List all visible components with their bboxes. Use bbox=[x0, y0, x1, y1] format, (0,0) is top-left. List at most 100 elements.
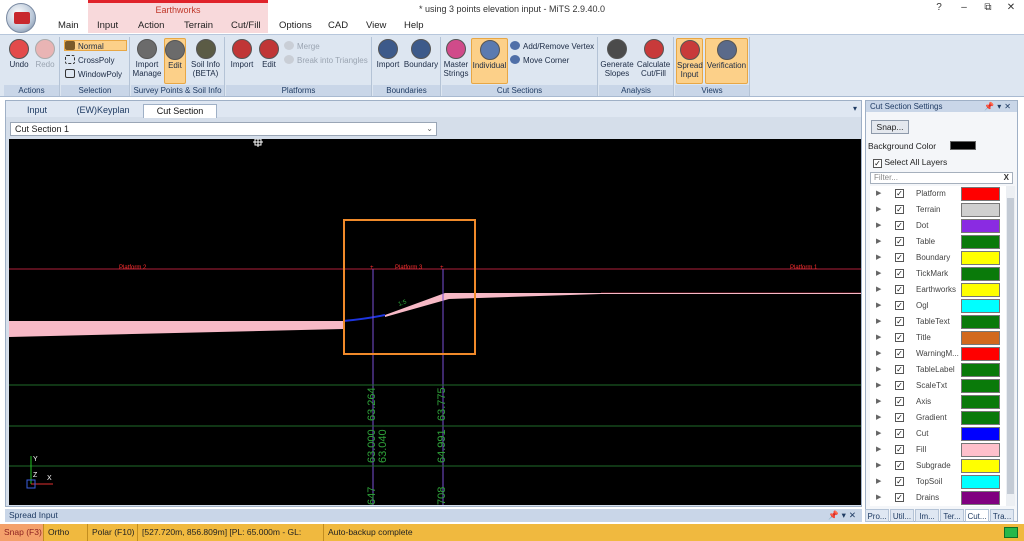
move-corner-button[interactable]: Move Corner bbox=[510, 55, 569, 66]
tab-keyplan[interactable]: (EW)Keyplan bbox=[66, 104, 140, 118]
undo-button[interactable]: Undo bbox=[7, 38, 31, 69]
layer-row[interactable]: ▶ ✓ TickMark bbox=[870, 266, 1006, 282]
expand-arrow-icon[interactable]: ▶ bbox=[876, 314, 881, 330]
expand-arrow-icon[interactable]: ▶ bbox=[876, 186, 881, 202]
expand-arrow-icon[interactable]: ▶ bbox=[876, 330, 881, 346]
tab-properties[interactable]: Pro... bbox=[865, 509, 889, 522]
select-all-layers[interactable]: ✓ Select All Layers bbox=[873, 157, 947, 168]
layer-row[interactable]: ▶ ✓ Fill bbox=[870, 442, 1006, 458]
menu-help[interactable]: Help bbox=[404, 20, 424, 31]
layer-visible-checkbox[interactable]: ✓ bbox=[895, 301, 904, 310]
filter-input[interactable]: Filter... X bbox=[870, 172, 1013, 184]
help-button[interactable]: ? bbox=[928, 2, 950, 16]
layer-color-swatch[interactable] bbox=[961, 235, 1000, 249]
layer-color-swatch[interactable] bbox=[961, 363, 1000, 377]
layer-color-swatch[interactable] bbox=[961, 459, 1000, 473]
boundary-import-button[interactable]: Import bbox=[374, 38, 402, 69]
expand-arrow-icon[interactable]: ▶ bbox=[876, 218, 881, 234]
app-logo-icon[interactable] bbox=[6, 3, 36, 33]
layer-visible-checkbox[interactable]: ✓ bbox=[895, 349, 904, 358]
snap-toggle[interactable]: Snap (F3) bbox=[0, 524, 44, 541]
select-all-checkbox[interactable]: ✓ bbox=[873, 159, 882, 168]
expand-arrow-icon[interactable]: ▶ bbox=[876, 442, 881, 458]
layer-visible-checkbox[interactable]: ✓ bbox=[895, 381, 904, 390]
tab-list-chevron-icon[interactable]: ▾ bbox=[853, 104, 857, 113]
calculate-cutfill-button[interactable]: Calculate Cut/Fill bbox=[635, 38, 672, 78]
menu-cutfill[interactable]: Cut/Fill bbox=[231, 20, 261, 31]
layer-visible-checkbox[interactable]: ✓ bbox=[895, 413, 904, 422]
expand-arrow-icon[interactable]: ▶ bbox=[876, 378, 881, 394]
layer-color-swatch[interactable] bbox=[961, 331, 1000, 345]
layer-visible-checkbox[interactable]: ✓ bbox=[895, 189, 904, 198]
platform-import-button[interactable]: Import bbox=[228, 38, 256, 69]
platform-edit-button[interactable]: Edit bbox=[257, 38, 281, 69]
layer-list-scrollbar[interactable] bbox=[1006, 186, 1015, 506]
layer-visible-checkbox[interactable]: ✓ bbox=[895, 461, 904, 470]
menu-options[interactable]: Options bbox=[279, 20, 312, 31]
soil-info-button[interactable]: Soil Info (BETA) bbox=[188, 38, 223, 78]
layer-color-swatch[interactable] bbox=[961, 411, 1000, 425]
expand-arrow-icon[interactable]: ▶ bbox=[876, 426, 881, 442]
clear-filter-icon[interactable]: X bbox=[1004, 173, 1009, 183]
layer-color-swatch[interactable] bbox=[961, 219, 1000, 233]
layer-row[interactable]: ▶ ✓ Earthworks bbox=[870, 282, 1006, 298]
normal-select-button[interactable]: Normal bbox=[64, 40, 127, 51]
expand-arrow-icon[interactable]: ▶ bbox=[876, 410, 881, 426]
expand-arrow-icon[interactable]: ▶ bbox=[876, 362, 881, 378]
expand-arrow-icon[interactable]: ▶ bbox=[876, 346, 881, 362]
background-color-swatch[interactable] bbox=[950, 141, 976, 150]
layer-color-swatch[interactable] bbox=[961, 315, 1000, 329]
close-button[interactable]: ✕ bbox=[1000, 2, 1022, 16]
layer-color-swatch[interactable] bbox=[961, 203, 1000, 217]
layer-visible-checkbox[interactable]: ✓ bbox=[895, 493, 904, 502]
layer-color-swatch[interactable] bbox=[961, 395, 1000, 409]
layer-visible-checkbox[interactable]: ✓ bbox=[895, 365, 904, 374]
layer-color-swatch[interactable] bbox=[961, 379, 1000, 393]
spread-input-button[interactable]: Spread Input bbox=[676, 38, 703, 84]
layer-row[interactable]: ▶ ✓ Axis bbox=[870, 394, 1006, 410]
layer-row[interactable]: ▶ ✓ Boundary bbox=[870, 250, 1006, 266]
menu-cad[interactable]: CAD bbox=[328, 20, 348, 31]
windowpoly-button[interactable]: WindowPoly bbox=[65, 69, 122, 80]
layer-row[interactable]: ▶ ✓ Drains bbox=[870, 490, 1006, 506]
layer-row[interactable]: ▶ ✓ ScaleTxt bbox=[870, 378, 1006, 394]
layer-color-swatch[interactable] bbox=[961, 299, 1000, 313]
cut-section-canvas[interactable]: Platform 2 Platform 3 Platform 1 1:5 + +… bbox=[9, 139, 861, 505]
layer-visible-checkbox[interactable]: ✓ bbox=[895, 237, 904, 246]
expand-arrow-icon[interactable]: ▶ bbox=[876, 266, 881, 282]
layer-row[interactable]: ▶ ✓ Title bbox=[870, 330, 1006, 346]
menu-action[interactable]: Action bbox=[138, 20, 164, 31]
layer-color-swatch[interactable] bbox=[961, 251, 1000, 265]
expand-arrow-icon[interactable]: ▶ bbox=[876, 394, 881, 410]
layer-visible-checkbox[interactable]: ✓ bbox=[895, 285, 904, 294]
tab-input[interactable]: Input bbox=[10, 104, 64, 118]
crosspoly-button[interactable]: CrossPoly bbox=[65, 55, 114, 66]
layer-row[interactable]: ▶ ✓ Dot bbox=[870, 218, 1006, 234]
menu-view[interactable]: View bbox=[366, 20, 386, 31]
master-strings-button[interactable]: Master Strings bbox=[443, 38, 469, 78]
layer-visible-checkbox[interactable]: ✓ bbox=[895, 269, 904, 278]
individual-button[interactable]: Individual bbox=[471, 38, 508, 84]
verification-button[interactable]: Verification bbox=[705, 38, 748, 84]
tab-utilities[interactable]: Util... bbox=[890, 509, 914, 522]
layer-row[interactable]: ▶ ✓ TopSoil bbox=[870, 474, 1006, 490]
layer-visible-checkbox[interactable]: ✓ bbox=[895, 429, 904, 438]
cut-section-dropdown[interactable]: Cut Section 1 ⌄ bbox=[10, 122, 437, 136]
expand-arrow-icon[interactable]: ▶ bbox=[876, 490, 881, 506]
ortho-toggle[interactable]: Ortho (F8) bbox=[44, 524, 88, 541]
expand-arrow-icon[interactable]: ▶ bbox=[876, 282, 881, 298]
layer-visible-checkbox[interactable]: ✓ bbox=[895, 253, 904, 262]
tab-cut[interactable]: Cut... bbox=[965, 509, 989, 522]
boundary-button[interactable]: Boundary bbox=[403, 38, 439, 69]
snap-button[interactable]: Snap... bbox=[871, 120, 909, 134]
expand-arrow-icon[interactable]: ▶ bbox=[876, 202, 881, 218]
import-manage-button[interactable]: Import Manage bbox=[132, 38, 162, 78]
layer-row[interactable]: ▶ ✓ Subgrade bbox=[870, 458, 1006, 474]
merge-button[interactable]: Merge bbox=[284, 41, 320, 52]
layer-row[interactable]: ▶ ✓ Gradient bbox=[870, 410, 1006, 426]
layer-row[interactable]: ▶ ✓ TableText bbox=[870, 314, 1006, 330]
layer-row[interactable]: ▶ ✓ Cut bbox=[870, 426, 1006, 442]
layer-color-swatch[interactable] bbox=[961, 427, 1000, 441]
expand-arrow-icon[interactable]: ▶ bbox=[876, 474, 881, 490]
survey-edit-button[interactable]: Edit bbox=[164, 38, 186, 84]
